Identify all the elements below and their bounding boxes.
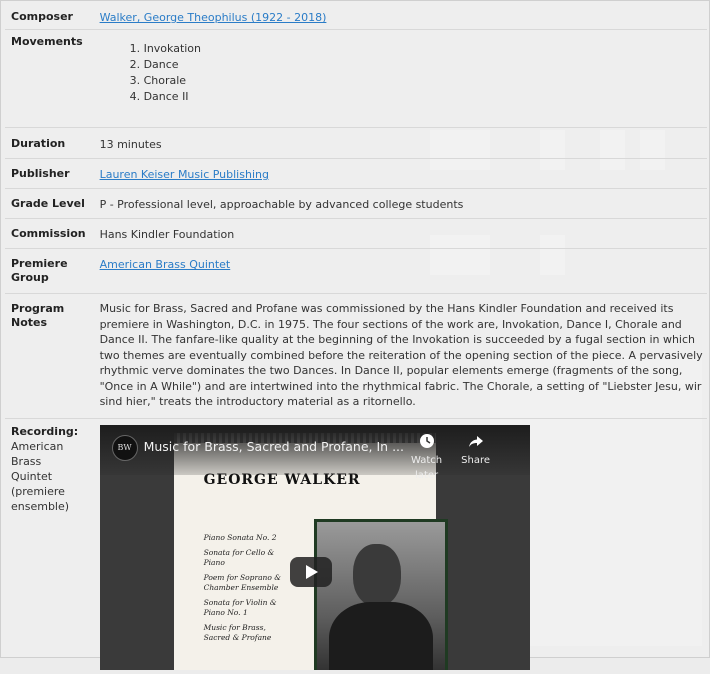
commission-label: Commission <box>5 218 92 249</box>
share-label: Share <box>461 454 490 466</box>
share-button[interactable]: Share <box>456 433 496 468</box>
play-button[interactable] <box>289 556 332 587</box>
composer-link[interactable]: Walker, George Theophilus (1922 - 2018) <box>100 11 327 24</box>
publisher-label: Publisher <box>5 158 92 189</box>
channel-avatar[interactable]: BW <box>111 434 138 461</box>
program-notes-label: Program Notes <box>5 293 92 419</box>
movement-item: 4. Dance II <box>129 90 189 103</box>
premiere-group-link[interactable]: American Brass Quintet <box>100 258 231 271</box>
composer-label: Composer <box>5 5 92 30</box>
share-arrow-icon <box>468 435 483 447</box>
details-table: Composer Walker, George Theophilus (1922… <box>5 5 707 674</box>
row-commission: Commission Hans Kindler Foundation <box>5 218 707 249</box>
movement-item: 3. Chorale <box>129 74 187 87</box>
program-notes-text: Music for Brass, Sacred and Profane was … <box>91 293 707 419</box>
recording-label: Recording: <box>11 424 79 438</box>
video-player[interactable]: GEORGE WALKER Piano Sonata No. 2 Sonata … <box>99 424 530 670</box>
clock-icon <box>419 433 434 448</box>
cover-works-list: Piano Sonata No. 2 Sonata for Cello & Pi… <box>204 533 286 648</box>
publisher-link[interactable]: Lauren Keiser Music Publishing <box>100 168 269 181</box>
row-recording: Recording: American Brass Quintet (premi… <box>5 418 707 674</box>
row-publisher: Publisher Lauren Keiser Music Publishing <box>5 158 707 189</box>
duration-label: Duration <box>5 127 92 159</box>
cover-work: Poem for Soprano & Chamber Ensemble <box>203 572 281 592</box>
cover-composer-name: GEORGE WALKER <box>203 471 361 488</box>
work-details-panel: Composer Walker, George Theophilus (1922… <box>0 0 710 670</box>
recording-cell: Recording: American Brass Quintet (premi… <box>5 418 92 674</box>
watch-later-button[interactable]: Watch later <box>402 433 452 483</box>
cover-work: Sonata for Violin & Piano No. 1 <box>203 597 277 617</box>
row-grade-level: Grade Level P - Professional level, appr… <box>5 188 707 219</box>
composer-photo <box>313 518 448 670</box>
cover-work: Piano Sonata No. 2 <box>203 532 277 542</box>
row-composer: Composer Walker, George Theophilus (1922… <box>5 5 707 30</box>
watch-later-label: Watch later <box>411 454 443 481</box>
video-title[interactable]: Music for Brass, Sacred and Profane, In … <box>144 439 404 454</box>
grade-level-label: Grade Level <box>5 188 92 219</box>
row-movements: Movements 1. Invokation 2. Dance 3. Chor… <box>5 29 707 128</box>
movement-item: 1. Invokation <box>129 42 202 55</box>
commission-value: Hans Kindler Foundation <box>91 218 707 249</box>
duration-value: 13 minutes <box>91 127 707 159</box>
movements-label: Movements <box>5 29 92 128</box>
cover-work: Music for Brass, Sacred & Profane <box>203 622 272 642</box>
row-program-notes: Program Notes Music for Brass, Sacred an… <box>5 293 707 419</box>
movement-item: 2. Dance <box>129 58 179 71</box>
row-premiere-group: Premiere Group American Brass Quintet <box>5 248 707 294</box>
cover-work: Sonata for Cello & Piano <box>203 547 275 567</box>
movements-list: 1. Invokation 2. Dance 3. Chorale 4. Dan… <box>100 41 703 105</box>
row-duration: Duration 13 minutes <box>5 127 707 159</box>
grade-level-value: P - Professional level, approachable by … <box>91 188 707 219</box>
premiere-group-label: Premiere Group <box>5 248 92 294</box>
recording-detail: American Brass Quintet (premiere ensembl… <box>11 439 70 513</box>
